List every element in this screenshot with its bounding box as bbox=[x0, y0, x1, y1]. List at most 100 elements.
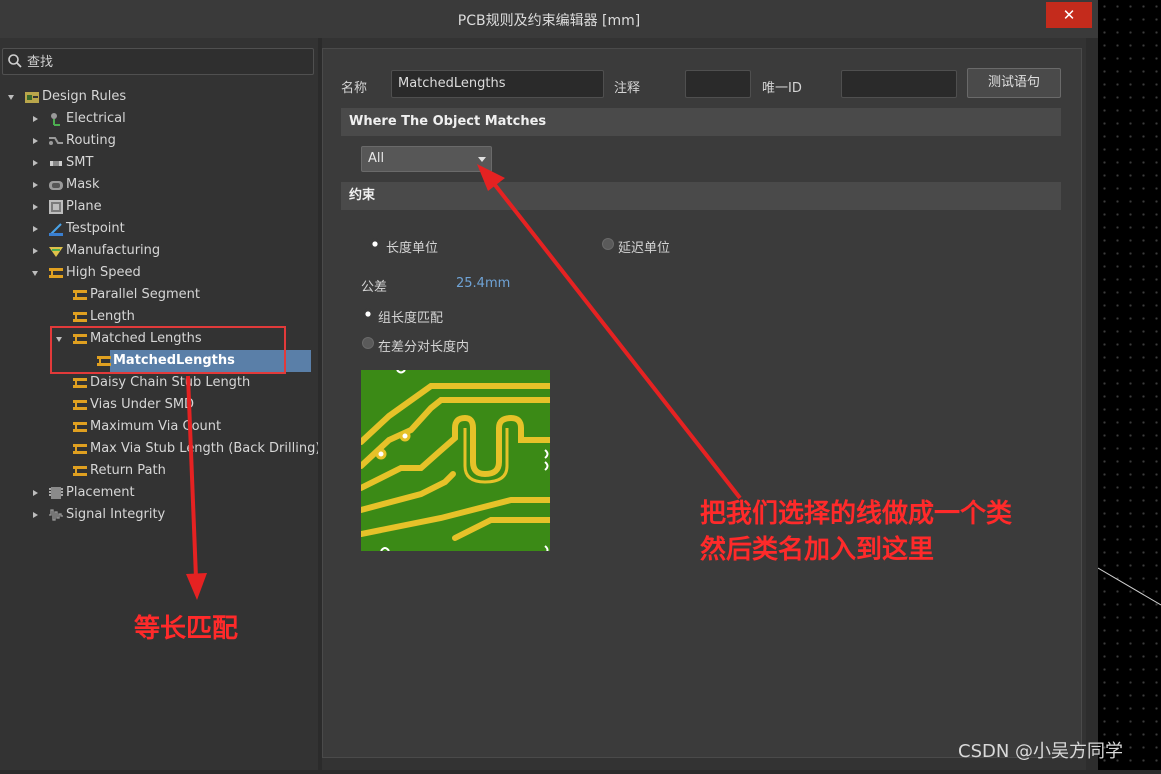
close-icon: ✕ bbox=[1062, 6, 1076, 24]
routing-icon bbox=[49, 137, 63, 145]
tree-item-daisy-chain-stub-length[interactable]: Daisy Chain Stub Length bbox=[0, 372, 312, 394]
dialog-edge bbox=[1086, 38, 1098, 770]
rule-icon bbox=[73, 400, 87, 410]
tree-label: Daisy Chain Stub Length bbox=[90, 375, 251, 390]
expand-arrow-icon[interactable] bbox=[30, 262, 42, 284]
tree-label: Maximum Via Count bbox=[90, 419, 222, 434]
search-box[interactable] bbox=[2, 48, 314, 75]
design-rules-icon bbox=[25, 92, 39, 103]
tree-label: Testpoint bbox=[66, 221, 125, 236]
canvas-trace bbox=[1097, 567, 1161, 606]
close-button[interactable]: ✕ bbox=[1046, 2, 1092, 28]
expand-arrow-icon[interactable] bbox=[30, 130, 42, 152]
chevron-down-icon bbox=[478, 157, 486, 162]
annotation-highlight-box bbox=[50, 326, 286, 374]
expand-arrow-icon[interactable] bbox=[30, 108, 42, 130]
unit-length-radio[interactable] bbox=[369, 238, 381, 250]
tree-item-design-rules[interactable]: Design Rules bbox=[0, 86, 312, 108]
tree-label: Design Rules bbox=[42, 89, 127, 104]
rule-icon bbox=[73, 290, 87, 300]
tree-item-smt[interactable]: SMT bbox=[0, 152, 312, 174]
tree-item-maximum-via-count[interactable]: Maximum Via Count bbox=[0, 416, 312, 438]
rule-icon bbox=[73, 378, 87, 388]
tree-label: High Speed bbox=[66, 265, 141, 280]
tree-item-testpoint[interactable]: Testpoint bbox=[0, 218, 312, 240]
annotation-class-note-line2: 然后类名加入到这里 bbox=[700, 535, 935, 565]
csdn-watermark: CSDN @小吴方同学 bbox=[958, 741, 1124, 762]
expand-arrow-icon[interactable] bbox=[30, 152, 42, 174]
search-input[interactable] bbox=[25, 51, 309, 73]
tree-item-vias-under-smd[interactable]: Vias Under SMD bbox=[0, 394, 312, 416]
tolerance-value[interactable]: 25.4mm bbox=[456, 276, 510, 291]
where-section-header: Where The Object Matches bbox=[341, 108, 1061, 136]
pcb-canvas-background bbox=[1097, 0, 1161, 770]
unique-id-field[interactable] bbox=[841, 70, 957, 98]
diff-pair-match-label: 在差分对长度内 bbox=[378, 340, 470, 355]
name-field[interactable]: MatchedLengths bbox=[391, 70, 604, 98]
diff-pair-match-radio[interactable] bbox=[362, 337, 374, 349]
tree-label: Electrical bbox=[66, 111, 126, 126]
window-title: PCB规则及约束编辑器 [mm] bbox=[457, 13, 641, 29]
tree-label: Plane bbox=[66, 199, 102, 214]
rule-icon bbox=[73, 312, 87, 322]
tolerance-label: 公差 bbox=[361, 280, 388, 295]
unique-id-label: 唯一ID bbox=[762, 81, 802, 96]
expand-arrow-icon[interactable] bbox=[30, 504, 42, 526]
unit-length-label: 长度单位 bbox=[386, 241, 439, 256]
rule-icon bbox=[73, 466, 87, 476]
group-match-radio[interactable] bbox=[362, 308, 374, 320]
group-match-label: 组长度匹配 bbox=[378, 311, 444, 326]
tree-label: Manufacturing bbox=[66, 243, 161, 258]
rule-icon bbox=[73, 422, 87, 432]
tree-label: Return Path bbox=[90, 463, 166, 478]
placement-icon bbox=[49, 487, 63, 499]
comment-label: 注释 bbox=[614, 81, 641, 96]
unit-delay-label: 延迟单位 bbox=[618, 241, 671, 256]
expand-arrow-icon[interactable] bbox=[30, 174, 42, 196]
tree-item-electrical[interactable]: Electrical bbox=[0, 108, 312, 130]
tree-item-routing[interactable]: Routing bbox=[0, 130, 312, 152]
testpoint-icon bbox=[49, 223, 63, 236]
expand-arrow-icon[interactable] bbox=[30, 196, 42, 218]
rule-icon bbox=[73, 444, 87, 454]
tree-item-length[interactable]: Length bbox=[0, 306, 312, 328]
tree-label: Placement bbox=[66, 485, 135, 500]
expand-arrow-icon[interactable] bbox=[30, 482, 42, 504]
tree-label: Length bbox=[90, 309, 135, 324]
smt-icon bbox=[50, 161, 62, 166]
unit-delay-radio[interactable] bbox=[602, 238, 614, 250]
expand-arrow-icon[interactable] bbox=[30, 240, 42, 262]
plane-icon bbox=[49, 200, 63, 214]
tree-label: Max Via Stub Length (Back Drilling) bbox=[90, 441, 321, 456]
tree-item-mask[interactable]: Mask bbox=[0, 174, 312, 196]
manufacturing-icon bbox=[49, 247, 63, 257]
tree-label: Mask bbox=[66, 177, 100, 192]
electrical-icon bbox=[51, 113, 60, 126]
object-match-dropdown[interactable]: All bbox=[361, 146, 492, 172]
title-bar: PCB规则及约束编辑器 [mm] bbox=[0, 0, 1098, 39]
expand-arrow-icon[interactable] bbox=[30, 218, 42, 240]
test-query-button[interactable]: 测试语句 bbox=[967, 68, 1061, 98]
tree-item-parallel-segment[interactable]: Parallel Segment bbox=[0, 284, 312, 306]
tree-item-return-path[interactable]: Return Path bbox=[0, 460, 312, 482]
signal-integrity-icon bbox=[49, 509, 63, 521]
mask-icon bbox=[49, 181, 63, 190]
tree-item-max-via-stub-length[interactable]: Max Via Stub Length (Back Drilling) bbox=[0, 438, 320, 460]
comment-field[interactable] bbox=[685, 70, 751, 98]
tree-label: Vias Under SMD bbox=[90, 397, 195, 412]
annotation-class-note-line1: 把我们选择的线做成一个类 bbox=[700, 499, 1013, 529]
dropdown-value: All bbox=[368, 151, 385, 166]
tree-item-manufacturing[interactable]: Manufacturing bbox=[0, 240, 312, 262]
high-speed-icon bbox=[49, 268, 63, 278]
tree-item-placement[interactable]: Placement bbox=[0, 482, 312, 504]
tree-item-signal-integrity[interactable]: Signal Integrity bbox=[0, 504, 312, 526]
tree-item-high-speed[interactable]: High Speed bbox=[0, 262, 312, 284]
tree-label: Parallel Segment bbox=[90, 287, 200, 302]
search-icon bbox=[8, 54, 22, 68]
tree-label: SMT bbox=[66, 155, 94, 170]
annotation-matched-length-note: 等长匹配 bbox=[134, 614, 239, 644]
matched-length-preview-image bbox=[361, 370, 550, 551]
tree-item-plane[interactable]: Plane bbox=[0, 196, 312, 218]
expand-arrow-icon[interactable] bbox=[6, 86, 18, 108]
tree-label: Signal Integrity bbox=[66, 507, 166, 522]
